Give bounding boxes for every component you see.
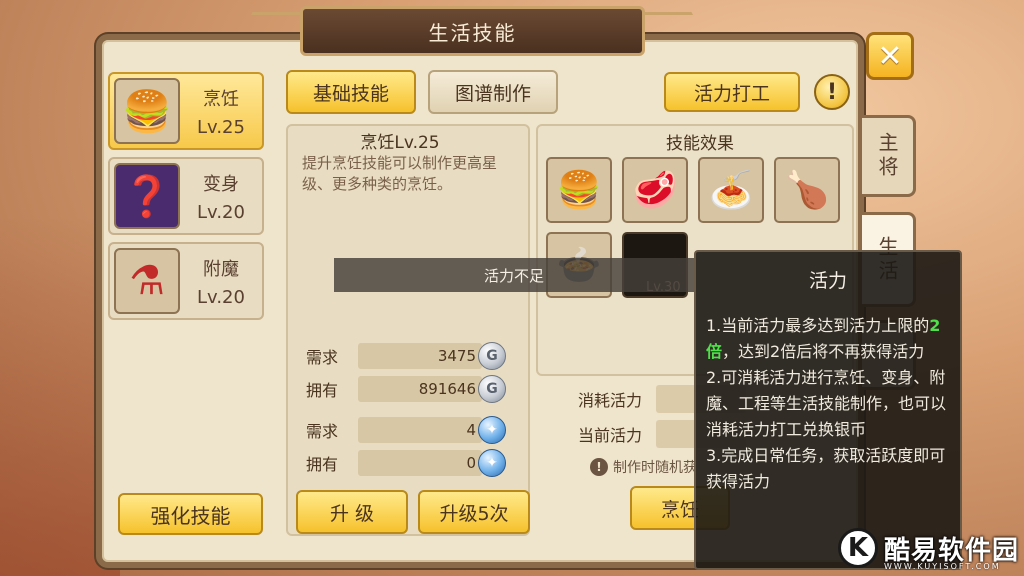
window-title: 生活技能 — [428, 20, 517, 45]
blue-crystal-icon: ✦ — [478, 449, 506, 477]
tab-recipe-craft[interactable]: 图谱制作 — [428, 70, 558, 114]
skill-effect-title: 技能效果 — [666, 134, 734, 154]
roast-chicken-icon[interactable]: 🍗 — [774, 157, 840, 223]
toast-message: 活力不足 — [334, 258, 694, 292]
tooltip-line1-pre: 1.当前活力最多达到活力上限的 — [706, 316, 930, 335]
strengthen-skill-button[interactable]: 强化技能 — [118, 493, 263, 535]
watermark-text: 酷易软件园 — [884, 535, 1020, 566]
resource-row: 拥有 891646 G — [306, 375, 506, 403]
title-banner: 生活技能 — [300, 6, 645, 56]
pasta-plate-icon[interactable]: 🍝 — [698, 157, 764, 223]
skill-level: Lv.20 — [197, 201, 245, 223]
energy-cost-label: 消耗活力 — [578, 391, 643, 410]
skill-item-transform[interactable]: ❓ 变身 Lv.20 — [108, 157, 264, 235]
resource-row: 拥有 0 ✦ — [306, 449, 506, 477]
skill-name: 附魔 — [203, 258, 239, 280]
skill-name: 变身 — [203, 173, 239, 195]
skill-level: Lv.25 — [197, 116, 245, 138]
potion-icon: ⚗ — [114, 248, 180, 314]
watermark: K 酷易软件园 WWW.KUYISOFT.COM — [838, 528, 1020, 571]
steak-plate-icon[interactable]: 🥩 — [622, 157, 688, 223]
energy-tooltip: 活力 1.当前活力最多达到活力上限的2倍，达到2倍后将不再获得活力 2.可消耗活… — [694, 250, 962, 570]
craft-note-text: 制作时随机获 — [613, 460, 697, 476]
energy-work-button[interactable]: 活力打工 — [664, 72, 800, 112]
skill-item-enchant[interactable]: ⚗ 附魔 Lv.20 — [108, 242, 264, 320]
burger-icon[interactable]: 🍔 — [546, 157, 612, 223]
resource-label: 拥有 — [306, 455, 339, 474]
mystery-card-icon: ❓ — [114, 163, 180, 229]
side-tab-general-label: 主将 — [875, 132, 899, 180]
side-tab-general[interactable]: 主将 — [862, 115, 916, 197]
upgrade-button[interactable]: 升 级 — [296, 490, 408, 534]
resource-value: 0 — [358, 450, 482, 476]
upgrade-5x-button[interactable]: 升级5次 — [418, 490, 530, 534]
resource-label: 需求 — [306, 348, 339, 367]
tab-basic-skill[interactable]: 基础技能 — [286, 70, 416, 114]
silver-coin-icon: G — [478, 342, 506, 370]
skill-name: 烹饪 — [203, 88, 239, 110]
watermark-subtext: WWW.KUYISOFT.COM — [884, 562, 1001, 571]
resource-label: 拥有 — [306, 381, 339, 400]
tooltip-line2: 2.可消耗活力进行烹饪、变身、附魔、工程等生活技能制作，也可以消耗活力打工兑换银… — [706, 368, 947, 439]
warning-icon: ! — [590, 458, 608, 476]
burger-icon: 🍔 — [114, 78, 180, 144]
silver-coin-icon: G — [478, 375, 506, 403]
energy-current-label: 当前活力 — [578, 426, 643, 445]
resource-label: 需求 — [306, 422, 339, 441]
skill-item-cooking[interactable]: 🍔 烹饪 Lv.25 — [108, 72, 264, 150]
tooltip-body: 1.当前活力最多达到活力上限的2倍，达到2倍后将不再获得活力 2.可消耗活力进行… — [706, 313, 950, 495]
tooltip-line3: 3.完成日常任务，获取活跃度即可获得活力 — [706, 446, 946, 491]
resource-row: 需求 3475 G — [306, 342, 506, 370]
craft-note: ! 制作时随机获 — [590, 457, 697, 477]
blue-crystal-icon: ✦ — [478, 416, 506, 444]
resource-value: 3475 — [358, 343, 482, 369]
resource-row: 需求 4 ✦ — [306, 416, 506, 444]
skill-level: Lv.20 — [197, 286, 245, 308]
resource-value: 4 — [358, 417, 482, 443]
resource-value: 891646 — [358, 376, 482, 402]
watermark-logo-icon: K — [838, 528, 878, 568]
skill-detail-title: 烹饪Lv.25 — [360, 133, 440, 153]
tooltip-line1-post: ，达到2倍后将不再获得活力 — [722, 342, 925, 361]
info-icon[interactable]: ! — [814, 74, 850, 110]
skill-detail-description: 提升烹饪技能可以制作更高星级、更多种类的烹饪。 — [302, 154, 498, 193]
close-icon: ✕ — [877, 38, 903, 74]
close-button[interactable]: ✕ — [866, 32, 914, 80]
tooltip-title: 活力 — [808, 270, 847, 292]
